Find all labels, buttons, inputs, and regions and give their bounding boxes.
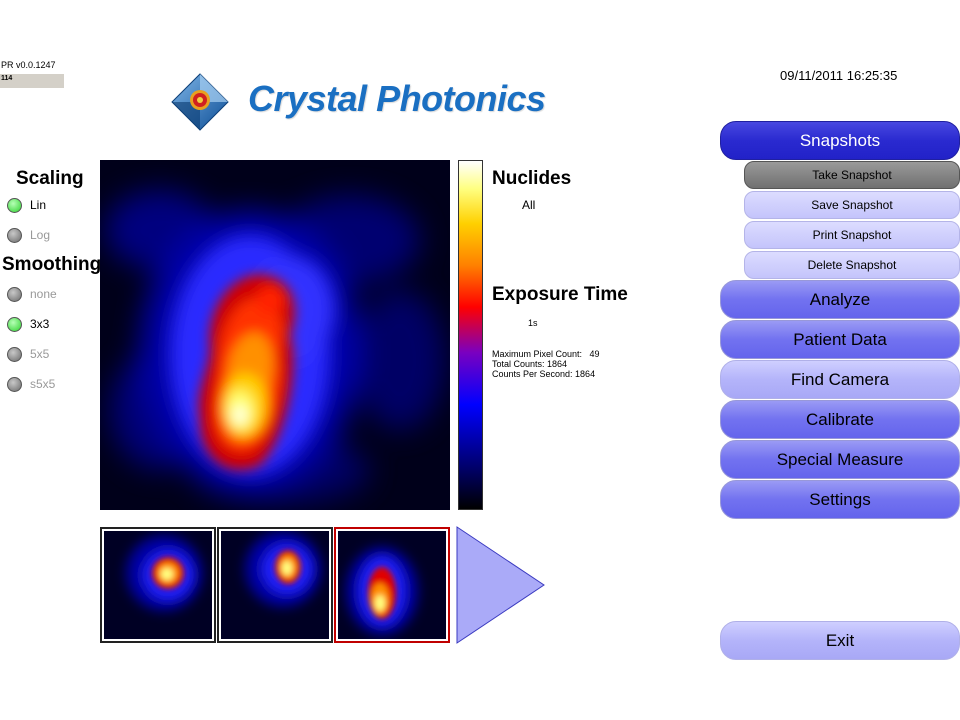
- save-snapshot-button[interactable]: Save Snapshot: [744, 191, 960, 219]
- scaling-heading: Scaling: [16, 168, 84, 189]
- settings-button[interactable]: Settings: [720, 480, 960, 519]
- smoothing-option-s5x5[interactable]: s5x5: [7, 373, 57, 395]
- print-snapshot-button[interactable]: Print Snapshot: [744, 221, 960, 249]
- version-label: PR v0.0.1247: [1, 60, 56, 70]
- radio-indicator-off-icon: [7, 286, 22, 302]
- scaling-option-log[interactable]: Log: [7, 224, 50, 246]
- counts-per-second: Counts Per Second: 1864: [492, 369, 596, 379]
- smoothing-option-none[interactable]: none: [7, 283, 57, 305]
- find-camera-button[interactable]: Find Camera: [720, 360, 960, 399]
- analyze-button[interactable]: Analyze: [720, 280, 960, 319]
- radio-indicator-off-icon: [7, 376, 22, 392]
- special-measure-button[interactable]: Special Measure: [720, 440, 960, 479]
- exit-button[interactable]: Exit: [720, 621, 960, 660]
- radio-indicator-on-icon: [7, 197, 22, 213]
- datetime-display: 09/11/2011 16:25:35: [780, 68, 898, 83]
- smoothing-option-5x5[interactable]: 5x5: [7, 343, 57, 365]
- count-stats: Maximum Pixel Count: 49 Total Counts: 18…: [492, 349, 600, 379]
- build-number: 114: [0, 74, 64, 88]
- brand-logo-text: Crystal Photonics: [248, 78, 546, 119]
- smoothing-options: none 3x3 5x5 s5x5: [7, 283, 57, 395]
- radio-indicator-off-icon: [7, 346, 22, 362]
- gamma-camera-image[interactable]: [100, 160, 450, 510]
- snapshots-button[interactable]: Snapshots: [720, 121, 960, 160]
- radio-indicator-on-icon: [7, 316, 22, 332]
- calibrate-button[interactable]: Calibrate: [720, 400, 960, 439]
- scaling-options: Lin Log: [7, 194, 50, 246]
- exposure-heading: Exposure Time: [492, 284, 628, 305]
- snapshot-thumbnail-selected[interactable]: [334, 527, 450, 643]
- smoothing-option-3x3[interactable]: 3x3: [7, 313, 57, 335]
- total-counts: Total Counts: 1864: [492, 359, 568, 369]
- crystal-logo-icon: [170, 72, 230, 132]
- smoothing-heading: Smoothing: [2, 254, 102, 275]
- patient-data-button[interactable]: Patient Data: [720, 320, 960, 359]
- color-scale-bar: [458, 160, 483, 510]
- snapshot-thumbnail[interactable]: [100, 527, 216, 643]
- radio-indicator-off-icon: [7, 227, 22, 243]
- take-snapshot-button[interactable]: Take Snapshot: [744, 161, 960, 189]
- triangle-right-icon[interactable]: [456, 526, 546, 644]
- nuclides-heading: Nuclides: [492, 168, 572, 189]
- delete-snapshot-button[interactable]: Delete Snapshot: [744, 251, 960, 279]
- exposure-value: 1s: [528, 318, 538, 328]
- nuclides-value: All: [522, 198, 536, 212]
- snapshot-thumbnail[interactable]: [217, 527, 333, 643]
- scaling-option-lin[interactable]: Lin: [7, 194, 50, 216]
- max-pixel-count: Maximum Pixel Count: 49: [492, 349, 600, 359]
